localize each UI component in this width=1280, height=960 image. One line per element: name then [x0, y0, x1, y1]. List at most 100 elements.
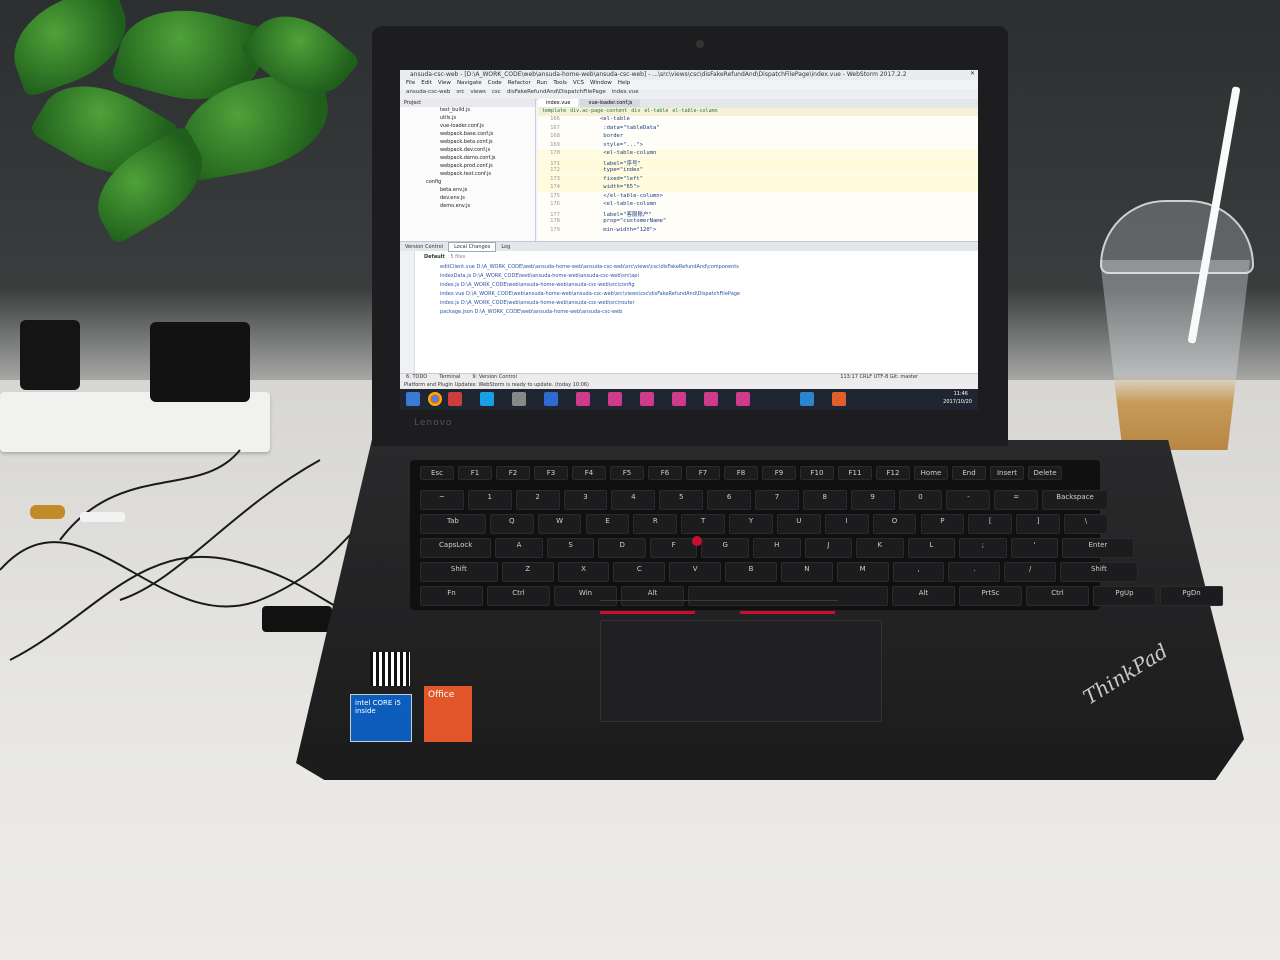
keyboard-key[interactable]: 2 — [515, 490, 560, 510]
breadcrumb-item[interactable]: index.vue — [612, 89, 639, 95]
keyboard-key[interactable]: F3 — [534, 466, 568, 480]
keyboard-key[interactable]: . — [948, 562, 1001, 582]
keyboard-key[interactable]: D — [598, 538, 646, 558]
breadcrumb-item[interactable]: ansuda-csc-web — [406, 89, 450, 95]
menu-item[interactable]: Run — [537, 80, 548, 86]
menu-item[interactable]: Code — [488, 80, 502, 86]
app-icon[interactable] — [800, 392, 814, 406]
vcs-tab[interactable]: Local Changes — [448, 242, 497, 252]
changed-file[interactable]: package.json D:\A_WORK_CODE\web\ansuda-h… — [440, 309, 740, 318]
project-file[interactable]: dev.env.js — [400, 195, 535, 203]
keyboard-key[interactable]: H — [753, 538, 801, 558]
keyboard-key[interactable]: Ctrl — [487, 586, 550, 606]
app-icon[interactable] — [608, 392, 622, 406]
keyboard-key[interactable]: F12 — [876, 466, 910, 480]
menu-item[interactable]: Window — [590, 80, 612, 86]
editor-breadcrumb-item[interactable]: template — [542, 108, 566, 114]
code-line[interactable]: 170 <el-table-column — [538, 150, 978, 158]
keyboard-key[interactable]: I — [824, 514, 869, 534]
breadcrumb-item[interactable]: views — [470, 89, 486, 95]
keyboard-key[interactable]: Esc — [420, 466, 454, 480]
keyboard-key[interactable]: F9 — [762, 466, 796, 480]
project-file[interactable]: webpack.dev.conf.js — [400, 147, 535, 155]
editor-breadcrumb-item[interactable]: div — [631, 108, 640, 114]
menu-item[interactable]: Refactor — [508, 80, 531, 86]
keyboard-key[interactable]: Insert — [990, 466, 1024, 480]
chrome-icon[interactable] — [428, 392, 442, 406]
keyboard-key[interactable]: 3 — [563, 490, 608, 510]
changed-file[interactable]: index.js D:\A_WORK_CODE\web\ansuda-home-… — [440, 282, 740, 291]
menu-item[interactable]: Tools — [553, 80, 567, 86]
bottom-tab[interactable]: 6: TODO — [400, 374, 433, 380]
keyboard-key[interactable]: G — [701, 538, 749, 558]
keyboard-key[interactable]: Enter — [1062, 538, 1134, 558]
keyboard-key[interactable]: Tab — [420, 514, 486, 534]
project-file[interactable]: beta.env.js — [400, 187, 535, 195]
keyboard-key[interactable]: Delete — [1028, 466, 1062, 480]
keyboard-key[interactable]: ~ — [420, 490, 464, 510]
project-file[interactable]: utils.js — [400, 115, 535, 123]
editor-breadcrumb-item[interactable]: el-table-column — [672, 108, 717, 114]
keyboard-key[interactable]: E — [585, 514, 630, 534]
touchpad[interactable] — [600, 620, 882, 722]
app-icon[interactable] — [672, 392, 686, 406]
keyboard-key[interactable]: Alt — [892, 586, 955, 606]
project-file[interactable]: webpack.demo.conf.js — [400, 155, 535, 163]
keyboard-key[interactable]: ] — [1016, 514, 1061, 534]
keyboard-key[interactable]: 8 — [802, 490, 847, 510]
code-line[interactable]: 175 </el-table-column> — [538, 193, 978, 201]
breadcrumb-item[interactable]: csc — [492, 89, 501, 95]
keyboard-key[interactable]: F2 — [496, 466, 530, 480]
keyboard-key[interactable]: CapsLock — [420, 538, 492, 558]
code-line[interactable]: 169 style="..."> — [538, 142, 978, 150]
keyboard-key[interactable]: F — [649, 538, 698, 558]
menu-item[interactable]: Edit — [421, 80, 432, 86]
app-icon[interactable] — [544, 392, 558, 406]
keyboard-key[interactable]: F8 — [724, 466, 758, 480]
code-line[interactable]: 177 label="客服账户" — [538, 210, 978, 218]
app-icon[interactable] — [512, 392, 526, 406]
keyboard-key[interactable]: 7 — [755, 490, 799, 510]
keyboard-key[interactable]: F4 — [572, 466, 606, 480]
editor-tab[interactable]: vue-loader.conf.js — [580, 99, 641, 107]
keyboard-key[interactable]: Home — [914, 466, 948, 480]
keyboard-key[interactable]: Shift — [1060, 562, 1138, 582]
menu-item[interactable]: Help — [618, 80, 631, 86]
keyboard-key[interactable]: 9 — [850, 490, 895, 510]
keyboard-key[interactable]: W — [537, 514, 582, 534]
changed-file[interactable]: indexData.js D:\A_WORK_CODE\web\ansuda-h… — [440, 273, 740, 282]
project-file[interactable]: webpack.base.conf.js — [400, 131, 535, 139]
keyboard-key[interactable]: PrtSc — [959, 586, 1022, 606]
keyboard-key[interactable]: L — [907, 538, 956, 558]
menu-item[interactable]: VCS — [573, 80, 584, 86]
code-line[interactable]: 173 fixed="left" — [538, 175, 978, 184]
keyboard-key[interactable]: , — [892, 562, 945, 582]
code-line[interactable]: 176 <el-table-column — [538, 201, 978, 209]
app-icon[interactable] — [640, 392, 654, 406]
keyboard-key[interactable]: F11 — [838, 466, 872, 480]
keyboard-key[interactable]: F7 — [686, 466, 720, 480]
keyboard-key[interactable]: A — [495, 538, 543, 558]
editor-breadcrumb-item[interactable]: el-table — [644, 108, 668, 114]
changelist-name[interactable]: Default — [424, 254, 445, 260]
project-file[interactable]: webpack.prod.conf.js — [400, 163, 535, 171]
keyboard-key[interactable]: ' — [1010, 538, 1059, 558]
keyboard-key[interactable]: Backspace — [1042, 490, 1108, 510]
app-icon[interactable] — [448, 392, 462, 406]
keyboard-key[interactable]: ; — [959, 538, 1007, 558]
keyboard-key[interactable]: Ctrl — [1026, 586, 1089, 606]
keyboard-key[interactable]: Fn — [420, 586, 483, 606]
windows-start-icon[interactable] — [406, 392, 420, 406]
keyboard-key[interactable]: End — [952, 466, 986, 480]
keyboard-key[interactable]: F1 — [458, 466, 492, 480]
code-line[interactable]: 166 <el-table — [538, 116, 978, 124]
code-line[interactable]: 171 label="序号" — [538, 158, 978, 167]
keyboard-key[interactable]: 0 — [898, 490, 943, 510]
changed-file[interactable]: index.js D:\A_WORK_CODE\web\ansuda-home-… — [440, 300, 740, 309]
keyboard-key[interactable]: Shift — [420, 562, 498, 582]
keyboard-key[interactable]: Q — [489, 514, 534, 534]
keyboard-key[interactable]: N — [780, 562, 833, 582]
project-file[interactable]: webpack.test.conf.js — [400, 171, 535, 179]
keyboard-key[interactable]: 6 — [707, 490, 751, 510]
webstorm-icon[interactable] — [480, 392, 494, 406]
